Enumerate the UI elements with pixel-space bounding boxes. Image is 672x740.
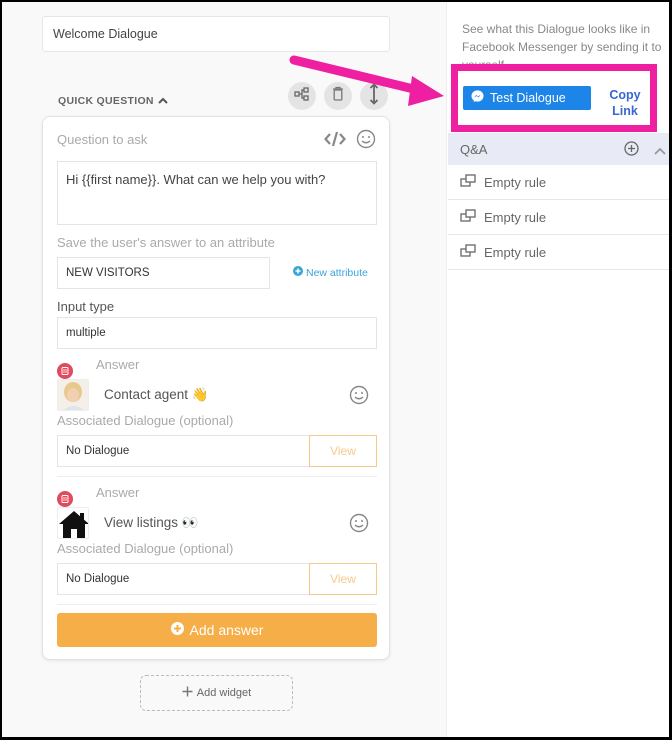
delete-widget-button[interactable]	[324, 82, 352, 110]
rule-item[interactable]: Empty rule	[448, 165, 669, 200]
rule-label: Empty rule	[484, 244, 547, 260]
divider	[57, 604, 377, 605]
house-icon[interactable]	[57, 507, 89, 539]
add-widget-button[interactable]: Add widget	[140, 675, 293, 711]
messenger-icon	[471, 90, 484, 106]
quick-question-card: Question to ask Hi {{first name}}. What …	[42, 116, 390, 660]
app-frame: Welcome Dialogue QUICK QUESTION Question…	[2, 2, 669, 737]
add-answer-button[interactable]: Add answer	[57, 613, 377, 647]
divider	[57, 476, 377, 477]
trash-icon	[61, 362, 69, 380]
agent-photo[interactable]	[57, 379, 89, 411]
reorder-icon	[369, 82, 379, 110]
rule-label: Empty rule	[484, 174, 547, 190]
test-dialogue-button[interactable]: Test Dialogue	[463, 86, 591, 110]
input-type-label: Input type	[57, 299, 115, 314]
flow-icon	[294, 86, 310, 106]
test-dialogue-label: Test Dialogue	[490, 91, 566, 105]
reorder-button[interactable]	[360, 82, 388, 110]
attribute-select[interactable]: NEW VISITORS	[57, 257, 270, 289]
answer-label: Answer	[96, 357, 140, 372]
chevron-up-icon[interactable]	[158, 95, 168, 107]
attribute-label: Save the user's answer to an attribute	[57, 235, 275, 250]
view-dialogue-button[interactable]: View	[309, 435, 377, 467]
answer-label: Answer	[96, 485, 140, 500]
plus-icon	[182, 686, 193, 700]
trash-icon	[61, 490, 69, 508]
rule-item[interactable]: Empty rule	[448, 200, 669, 235]
test-description: See what this Dialogue looks like in Fac…	[462, 22, 662, 70]
associated-dialogue-select[interactable]: No Dialogue	[57, 563, 309, 595]
answer-text[interactable]: View listings 👀	[104, 515, 199, 531]
emoji-icon[interactable]	[355, 128, 377, 150]
question-label: Question to ask	[57, 132, 148, 147]
dialogue-name-input[interactable]: Welcome Dialogue	[42, 16, 390, 52]
rule-icon	[460, 173, 476, 191]
flow-button[interactable]	[288, 82, 316, 110]
add-answer-label: Add answer	[189, 622, 264, 638]
delete-answer-button[interactable]	[57, 363, 73, 379]
emoji-icon[interactable]	[348, 384, 370, 406]
add-widget-label: Add widget	[196, 687, 252, 699]
associated-dialogue-label: Associated Dialogue (optional)	[57, 541, 234, 556]
rule-icon	[460, 243, 476, 261]
chevron-up-icon[interactable]	[654, 143, 666, 158]
emoji-icon[interactable]	[348, 512, 370, 534]
copy-link-button[interactable]: Copy Link	[605, 87, 645, 119]
new-attribute-link[interactable]: New attribute	[293, 266, 368, 279]
answer-text[interactable]: Contact agent 👋	[104, 387, 209, 403]
rule-icon	[460, 208, 476, 226]
question-textarea[interactable]: Hi {{first name}}. What can we help you …	[57, 161, 377, 225]
rule-label: Empty rule	[484, 209, 547, 225]
section-header[interactable]: QUICK QUESTION	[58, 95, 168, 107]
add-rule-icon[interactable]	[624, 141, 639, 159]
new-attribute-label: New attribute	[306, 266, 368, 279]
delete-answer-button[interactable]	[57, 491, 73, 507]
trash-icon	[332, 86, 344, 106]
plus-circle-icon	[170, 622, 184, 638]
code-icon[interactable]	[323, 129, 347, 149]
plus-circle-icon	[293, 266, 303, 279]
associated-dialogue-label: Associated Dialogue (optional)	[57, 413, 234, 428]
qa-title: Q&A	[460, 141, 488, 157]
rule-item[interactable]: Empty rule	[448, 235, 669, 270]
associated-dialogue-select[interactable]: No Dialogue	[57, 435, 309, 467]
view-dialogue-button[interactable]: View	[309, 563, 377, 595]
section-title: QUICK QUESTION	[58, 95, 154, 107]
qa-section-header[interactable]: Q&A	[448, 133, 669, 165]
input-type-select[interactable]: multiple	[57, 317, 377, 349]
